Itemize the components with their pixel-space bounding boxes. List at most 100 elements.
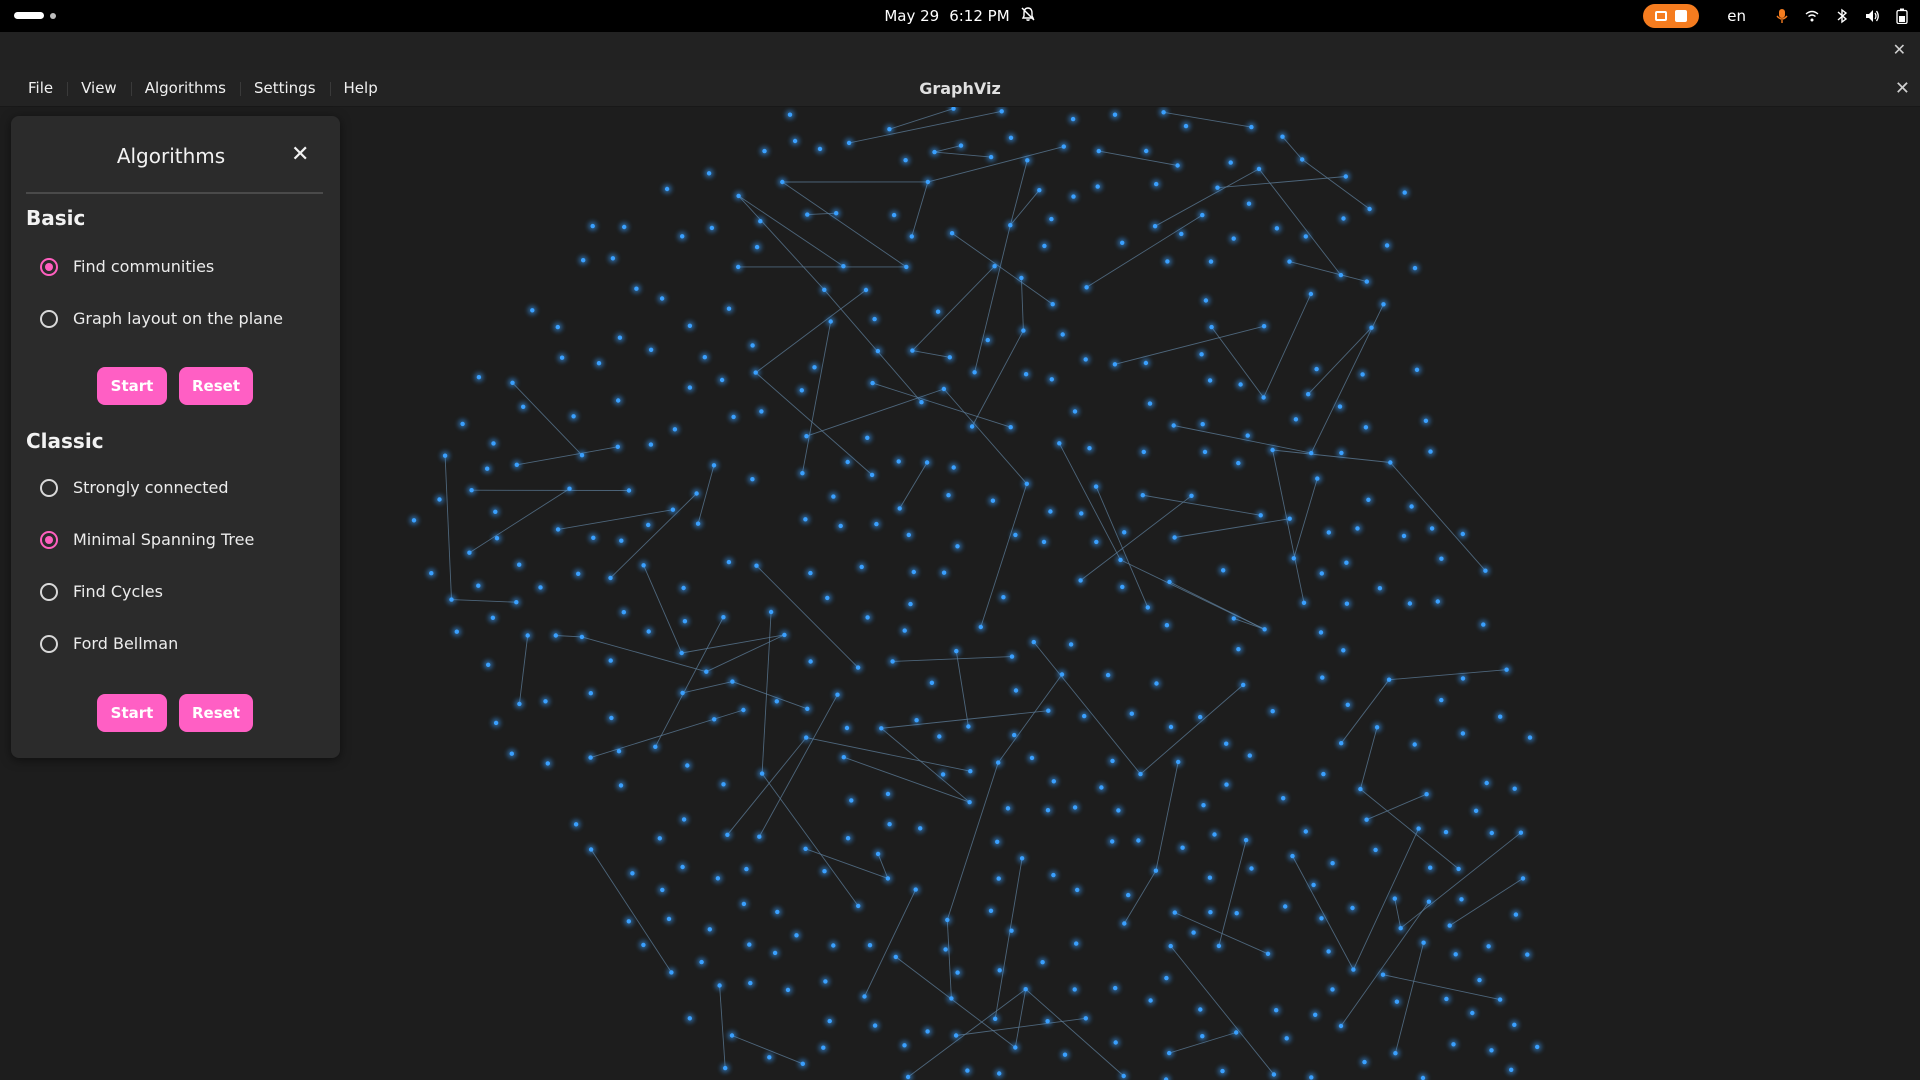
graph-node[interactable] [828,941,838,950]
graph-node[interactable] [1316,627,1326,637]
graph-node[interactable] [718,612,728,622]
graph-node[interactable] [993,758,1003,768]
graph-node[interactable] [739,899,749,909]
graph-node[interactable] [1269,1070,1279,1079]
graph-node[interactable] [624,916,634,926]
graph-node[interactable] [889,210,899,220]
graph-node[interactable] [1436,695,1446,705]
graph-node[interactable] [713,873,723,883]
graph-node[interactable] [1360,1057,1369,1067]
graph-node[interactable] [1233,644,1243,654]
graph-node[interactable] [452,627,462,637]
graph-node[interactable] [588,221,598,231]
graph-node[interactable] [1170,908,1180,918]
graph-node[interactable] [490,507,500,517]
graph-node[interactable] [1151,179,1161,189]
graph-node[interactable] [820,976,830,986]
graph-node[interactable] [1039,537,1049,547]
graph-node[interactable] [1141,146,1151,156]
graph-node[interactable] [1260,624,1270,634]
graph-node[interactable] [907,231,917,241]
graph-node[interactable] [757,769,767,779]
graph-node[interactable] [1317,913,1326,923]
graph-node[interactable] [613,442,623,452]
graph-node[interactable] [678,688,688,698]
graph-node[interactable] [1312,364,1322,374]
graph-node[interactable] [1119,527,1129,537]
graph-node[interactable] [1018,326,1028,336]
classic-reset-button[interactable]: Reset [179,694,253,732]
graph-node[interactable] [1006,422,1016,432]
graph-node[interactable] [1405,599,1415,608]
graph-node[interactable] [608,253,618,263]
graph-node[interactable] [1066,639,1076,649]
graph-node[interactable] [901,262,911,272]
graph-node[interactable] [1382,240,1392,250]
graph-node[interactable] [551,631,561,640]
graph-node[interactable] [1069,192,1078,202]
graph-node[interactable] [619,607,629,617]
graph-node[interactable] [1259,321,1269,331]
graph-node[interactable] [1166,941,1176,951]
graph-node[interactable] [846,795,856,805]
graph-node[interactable] [724,304,734,314]
graph-node[interactable] [1532,1042,1542,1052]
graph-node[interactable] [1238,680,1248,690]
graph-node[interactable] [1096,783,1106,792]
graph-node[interactable] [933,307,943,317]
graph-node[interactable] [770,948,780,958]
graph-node[interactable] [911,885,921,895]
graph-node[interactable] [514,699,524,709]
graph-node[interactable] [1165,577,1174,587]
graph-node[interactable] [1071,939,1081,949]
graph-node[interactable] [1324,527,1334,537]
graph-node[interactable] [945,352,955,362]
graph-node[interactable] [1441,827,1451,837]
graph-node[interactable] [1419,938,1429,948]
graph-node[interactable] [606,713,616,723]
graph-node[interactable] [906,599,915,609]
graph-node[interactable] [1306,448,1316,458]
graph-node[interactable] [895,503,905,513]
graph-node[interactable] [744,940,754,950]
graph-node[interactable] [1471,806,1481,816]
graph-node[interactable] [1282,1033,1292,1043]
graph-node[interactable] [1043,1016,1053,1026]
graph-node[interactable] [1511,910,1521,920]
graph-node[interactable] [1143,602,1153,612]
graph-node[interactable] [800,514,810,524]
graph-node[interactable] [907,346,917,356]
radio-find-cycles[interactable]: Find Cycles [40,582,163,601]
graph-node[interactable] [1111,1038,1121,1047]
graph-node[interactable] [1218,1066,1227,1076]
graph-node[interactable] [727,677,737,687]
graph-node[interactable] [701,667,711,677]
graph-node[interactable] [1022,155,1032,165]
graph-node[interactable] [644,627,654,636]
graph-node[interactable] [606,573,615,583]
graph-node[interactable] [693,519,703,529]
graph-node[interactable] [844,138,854,148]
graph-node[interactable] [1007,926,1016,936]
graph-node[interactable] [1268,445,1278,455]
graph-node[interactable] [1518,873,1528,883]
graph-node[interactable] [871,519,881,529]
graph-node[interactable] [1509,1020,1519,1030]
graph-node[interactable] [994,1069,1004,1078]
graph-node[interactable] [685,383,695,393]
graph-node[interactable] [997,107,1007,116]
graph-node[interactable] [1150,221,1160,231]
graph-node[interactable] [1197,349,1207,359]
radio-strongly-connected[interactable]: Strongly connected [40,478,229,497]
graph-node[interactable] [1487,828,1497,838]
graph-node[interactable] [1046,214,1056,224]
graph-node[interactable] [810,362,819,372]
graph-node[interactable] [930,147,939,157]
graph-node[interactable] [426,568,436,578]
graph-node[interactable] [797,385,807,395]
graph-node[interactable] [489,438,498,448]
graph-node[interactable] [888,656,898,666]
graph-node[interactable] [692,489,702,498]
graph-node[interactable] [751,368,761,378]
graph-node[interactable] [1348,965,1358,975]
